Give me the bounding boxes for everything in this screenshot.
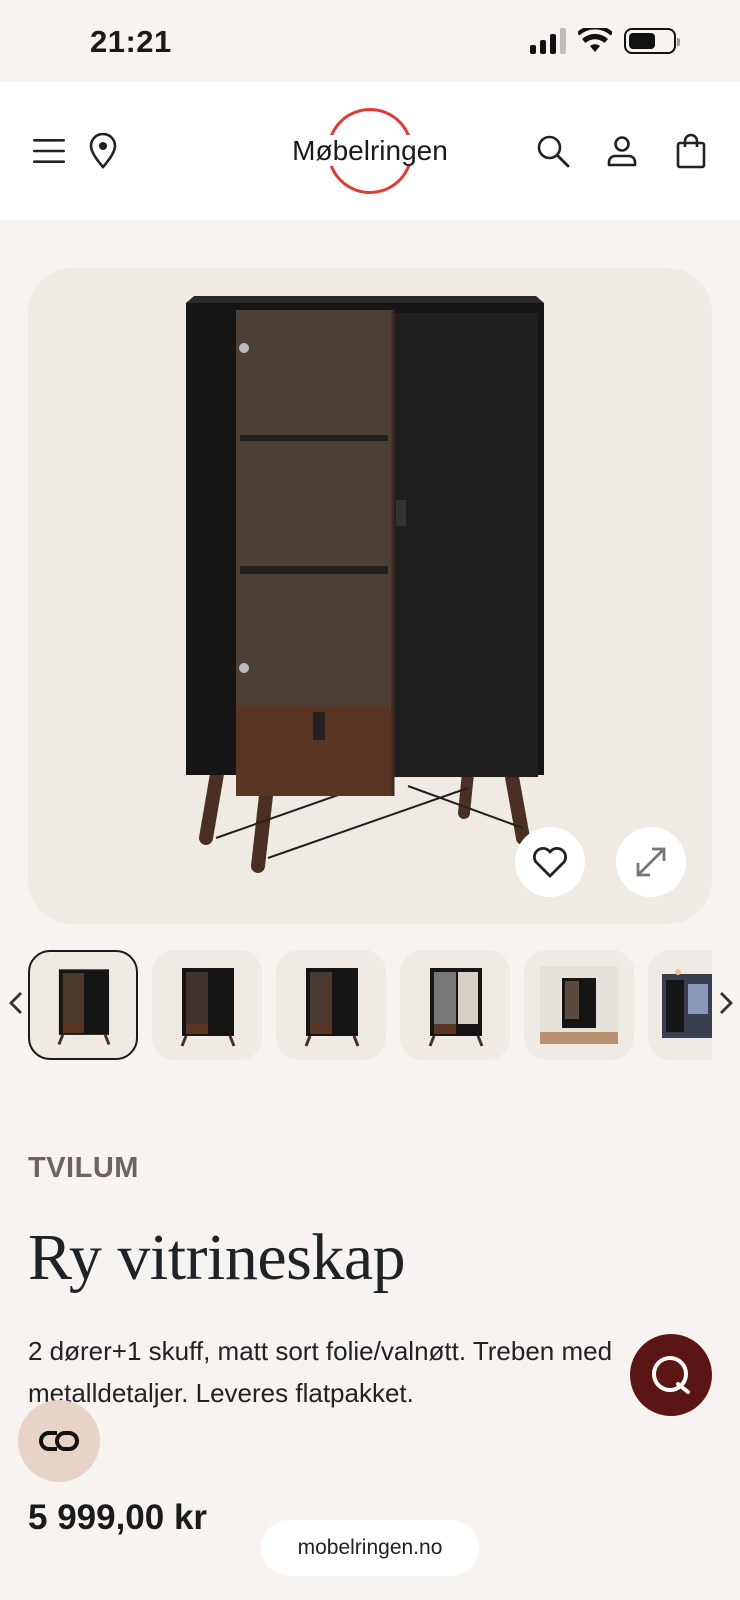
site-header: Møbelringen xyxy=(0,82,740,220)
status-bar: 21:21 xyxy=(0,0,740,82)
site-logo[interactable]: Møbelringen xyxy=(275,106,465,196)
thumbnail-6[interactable] xyxy=(648,950,712,1060)
logo-text: Møbelringen xyxy=(290,135,450,166)
heart-icon xyxy=(533,847,567,878)
expand-icon xyxy=(636,847,666,877)
fullscreen-button[interactable] xyxy=(616,827,686,897)
chat-icon xyxy=(652,1356,690,1394)
wifi-icon xyxy=(578,28,612,52)
menu-icon[interactable] xyxy=(32,136,66,166)
product-image xyxy=(186,296,544,873)
chevron-right-icon[interactable] xyxy=(718,990,734,1016)
product-description: 2 dører+1 skuff, matt sort folie/valnøtt… xyxy=(28,1336,613,1408)
signal-icon xyxy=(530,28,566,54)
chevron-left-icon[interactable] xyxy=(8,990,24,1016)
thumbnail-4[interactable] xyxy=(400,950,510,1060)
browser-url: mobelringen.no xyxy=(297,1536,443,1559)
thumbnail-2[interactable] xyxy=(152,950,262,1060)
thumbnail-3[interactable] xyxy=(276,950,386,1060)
battery-icon xyxy=(624,28,680,54)
thumbnail-strip xyxy=(0,950,740,1064)
search-icon[interactable] xyxy=(536,134,570,168)
status-time: 21:21 xyxy=(90,24,172,59)
product-price: 5 999,00 kr xyxy=(28,1498,208,1537)
co-button[interactable] xyxy=(18,1400,100,1482)
co-icon xyxy=(39,1431,79,1451)
status-icons xyxy=(530,28,680,54)
browser-url-bar[interactable]: mobelringen.no xyxy=(261,1520,479,1576)
thumbnail-1[interactable] xyxy=(28,950,138,1060)
product-title: Ry vitrineskap xyxy=(28,1221,406,1294)
chat-button[interactable] xyxy=(630,1334,712,1416)
thumbnail-5[interactable] xyxy=(524,950,634,1060)
location-pin-icon[interactable] xyxy=(88,133,118,169)
product-image-card[interactable] xyxy=(28,268,712,924)
favorite-button[interactable] xyxy=(515,827,585,897)
bag-icon[interactable] xyxy=(676,133,706,169)
product-brand[interactable]: TVILUM xyxy=(28,1152,139,1185)
user-icon[interactable] xyxy=(606,135,638,167)
